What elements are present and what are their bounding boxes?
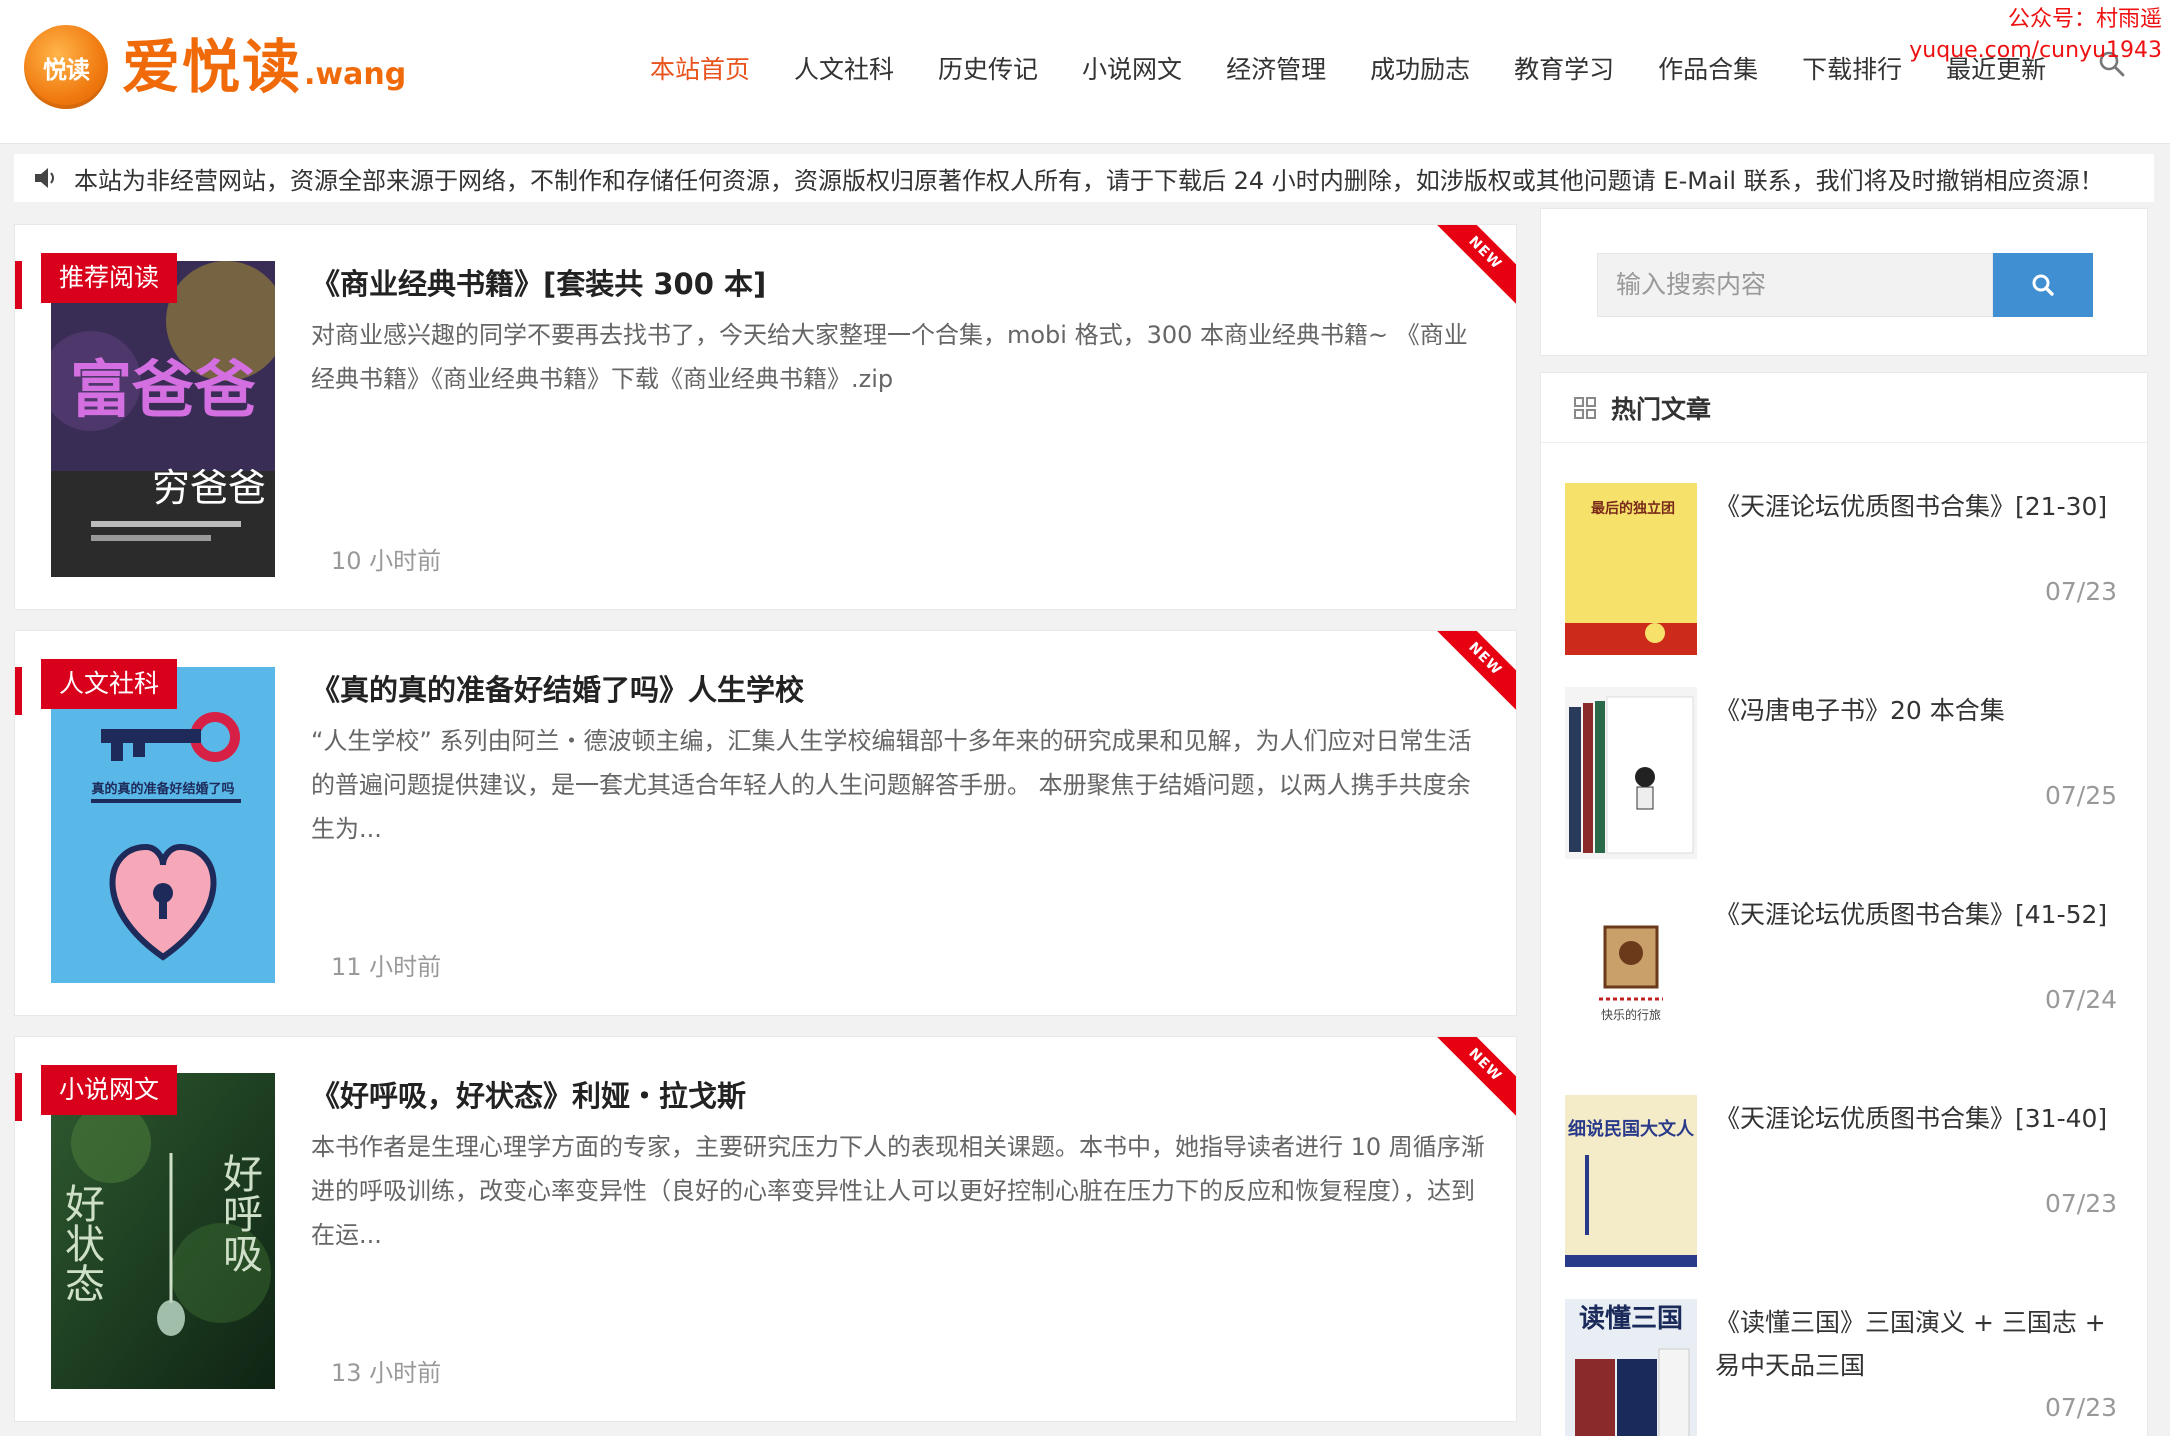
nav-collections[interactable]: 作品合集 xyxy=(1658,50,1758,86)
article-excerpt: 本书作者是生理心理学方面的专家，主要研究压力下人的表现相关课题。本书中，她指导读… xyxy=(311,1133,1485,1249)
nav-economics[interactable]: 经济管理 xyxy=(1226,50,1326,86)
hot-article-cover[interactable]: 读懂三国 xyxy=(1565,1299,1697,1436)
article-card: NEW 小说网文 好状态 好呼吸 《好呼吸，好状态》利娅・拉戈斯 本书作者是生理… xyxy=(14,1036,1517,1422)
search-icon xyxy=(2032,274,2054,296)
hot-article-item[interactable]: 快乐的行旅 《天涯论坛优质图书合集》[41-52] 07/24 xyxy=(1565,891,2125,1071)
category-marker xyxy=(15,1073,22,1121)
cover-image: 好状态 好呼吸 xyxy=(51,1073,275,1389)
article-excerpt: 对商业感兴趣的同学不要再去找书了，今天给大家整理一个合集，mobi 格式，300… xyxy=(311,321,1468,393)
hot-article-cover[interactable] xyxy=(1565,687,1697,859)
hot-articles-header: 热门文章 xyxy=(1541,373,2147,443)
new-ribbon: NEW xyxy=(1422,1037,1516,1128)
hot-article-title[interactable]: 《天涯论坛优质图书合集》[21-30] xyxy=(1715,485,2125,528)
article-time: 11 小时前 xyxy=(331,953,442,981)
nav-home[interactable]: 本站首页 xyxy=(650,50,750,86)
new-ribbon: NEW xyxy=(1422,225,1516,316)
search-input[interactable]: 输入搜索内容 xyxy=(1597,253,1993,317)
logo-text: 爱悦读 xyxy=(122,33,303,101)
article-title[interactable]: 《商业经典书籍》[套装共 300 本] xyxy=(311,261,766,303)
grid-icon xyxy=(1574,396,1596,419)
hot-article-item[interactable]: 细说民国大文人 《天涯论坛优质图书合集》[31-40] 07/23 xyxy=(1565,1095,2125,1275)
category-badge[interactable]: 小说网文 xyxy=(41,1065,178,1115)
article-card: NEW 推荐阅读 富爸爸 穷爸爸 《商业经典书籍》[套装共 300 本] 对商业… xyxy=(14,224,1517,610)
category-marker xyxy=(15,667,22,715)
cover-title: 好状态 xyxy=(58,1183,104,1303)
hot-articles: 热门文章 最后的独立团 《天涯论坛优质图书合集》[21-30] 07/23 《冯… xyxy=(1540,372,2148,1436)
new-ribbon: NEW xyxy=(1422,631,1516,722)
category-marker xyxy=(15,261,22,309)
hot-article-date: 07/25 xyxy=(2044,781,2117,810)
hot-article-date: 07/23 xyxy=(2044,1393,2117,1422)
article-cover[interactable]: 真的真的准备好结婚了吗 xyxy=(51,667,275,983)
nav-history[interactable]: 历史传记 xyxy=(938,50,1038,86)
cover-title: 富爸爸 xyxy=(70,353,256,426)
cover-image: 真的真的准备好结婚了吗 xyxy=(51,667,275,983)
nav-novels[interactable]: 小说网文 xyxy=(1082,50,1182,86)
hot-articles-title: 热门文章 xyxy=(1611,394,1712,424)
hot-cover-text: 细说民国大文人 xyxy=(1568,1118,1695,1140)
hot-cover-image: 快乐的行旅 xyxy=(1565,891,1697,1063)
notice-text: 本站为非经营网站，资源全部来源于网络，不制作和存储任何资源，资源版权归原著作权人… xyxy=(74,166,2104,195)
hot-article-date: 07/24 xyxy=(2044,985,2117,1014)
site-header: 悦读 爱悦读 .wang 本站首页 人文社科 历史传记 小说网文 经济管理 成功… xyxy=(0,0,2170,144)
speaker-icon xyxy=(35,168,54,188)
hot-article-title[interactable]: 《天涯论坛优质图书合集》[31-40] xyxy=(1715,1097,2125,1140)
hot-cover-image: 最后的独立团 xyxy=(1565,483,1697,655)
cover-subtitle: 穷爸爸 xyxy=(152,466,266,510)
cover-subtitle: 好呼吸 xyxy=(216,1153,262,1273)
article-time: 13 小时前 xyxy=(331,1359,442,1387)
cover-title: 真的真的准备好结婚了吗 xyxy=(91,781,234,797)
search-button[interactable] xyxy=(1993,253,2093,317)
hot-cover-image: 读懂三国 xyxy=(1565,1299,1697,1436)
article-title[interactable]: 《真的真的准备好结婚了吗》人生学校 xyxy=(311,667,804,709)
nav-success[interactable]: 成功励志 xyxy=(1370,50,1470,86)
hot-cover-image xyxy=(1565,687,1697,859)
category-badge[interactable]: 人文社科 xyxy=(41,659,178,709)
article-title[interactable]: 《好呼吸，好状态》利娅・拉戈斯 xyxy=(311,1073,746,1115)
site-logo[interactable]: 悦读 爱悦读 .wang xyxy=(24,22,406,112)
watermark: 公众号：村雨遥 yuque.com/cunyu1943 xyxy=(1909,4,2162,66)
article-excerpt: “人生学校” 系列由阿兰・德波顿主编，汇集人生学校编辑部十多年来的研究成果和见解… xyxy=(311,727,1472,843)
nav-education[interactable]: 教育学习 xyxy=(1514,50,1614,86)
cover-image: 富爸爸 穷爸爸 xyxy=(51,261,275,577)
category-badge[interactable]: 推荐阅读 xyxy=(41,253,178,303)
hot-cover-image: 细说民国大文人 xyxy=(1565,1095,1697,1267)
watermark-line-1: 公众号：村雨遥 xyxy=(2007,7,2162,32)
article-time: 10 小时前 xyxy=(331,547,442,575)
hot-article-item[interactable]: 最后的独立团 《天涯论坛优质图书合集》[21-30] 07/23 xyxy=(1565,483,2125,663)
nav-humanities[interactable]: 人文社科 xyxy=(794,50,894,86)
hot-article-item[interactable]: 《冯唐电子书》20 本合集 07/25 xyxy=(1565,687,2125,867)
hot-cover-text: 快乐的行旅 xyxy=(1601,1007,1661,1022)
article-card: NEW 人文社科 真的真的准备好结婚了吗 《真的真的准备好结婚了吗》人生学校 “… xyxy=(14,630,1517,1016)
article-cover[interactable]: 好状态 好呼吸 xyxy=(51,1073,275,1389)
hot-article-title[interactable]: 《冯唐电子书》20 本合集 xyxy=(1715,689,2125,732)
sidebar-search: 输入搜索内容 xyxy=(1540,208,2148,356)
logo-badge-text: 悦读 xyxy=(43,55,90,84)
hot-article-item[interactable]: 读懂三国 《读懂三国》三国演义 + 三国志 + 易中天品三国 07/23 xyxy=(1565,1299,2125,1436)
hot-article-date: 07/23 xyxy=(2044,577,2117,606)
site-notice: 本站为非经营网站，资源全部来源于网络，不制作和存储任何资源，资源版权归原著作权人… xyxy=(14,154,2154,202)
logo-suffix: .wang xyxy=(304,57,407,92)
watermark-line-2: yuque.com/cunyu1943 xyxy=(1909,38,2162,63)
hot-article-cover[interactable]: 最后的独立团 xyxy=(1565,483,1697,655)
hot-article-title[interactable]: 《读懂三国》三国演义 + 三国志 + 易中天品三国 xyxy=(1715,1301,2125,1387)
article-cover[interactable]: 富爸爸 穷爸爸 xyxy=(51,261,275,577)
nav-download-rank[interactable]: 下载排行 xyxy=(1802,50,1902,86)
hot-article-cover[interactable]: 快乐的行旅 xyxy=(1565,891,1697,1063)
hot-cover-text: 最后的独立团 xyxy=(1591,500,1675,517)
hot-article-date: 07/23 xyxy=(2044,1189,2117,1218)
hot-article-cover[interactable]: 细说民国大文人 xyxy=(1565,1095,1697,1267)
hot-cover-text: 读懂三国 xyxy=(1579,1304,1683,1334)
hot-article-title[interactable]: 《天涯论坛优质图书合集》[41-52] xyxy=(1715,893,2125,936)
main-nav: 本站首页 人文社科 历史传记 小说网文 经济管理 成功励志 教育学习 作品合集 … xyxy=(650,46,2090,90)
logo-badge: 悦读 xyxy=(24,25,108,109)
